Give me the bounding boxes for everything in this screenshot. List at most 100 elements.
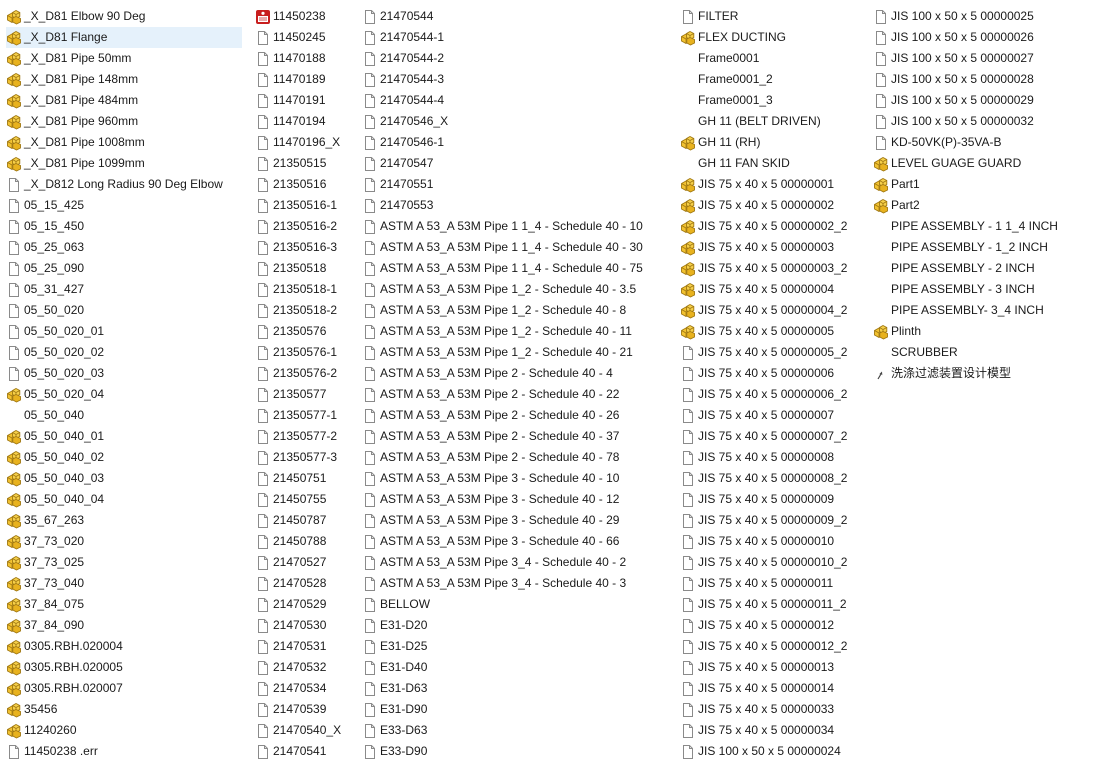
- file-item[interactable]: JIS 100 x 50 x 5 00000027: [873, 48, 1073, 69]
- file-item[interactable]: 洗涤过滤装置设计模型: [873, 363, 1073, 384]
- file-item[interactable]: 21350516-2: [255, 216, 355, 237]
- file-item[interactable]: 11470191: [255, 90, 355, 111]
- file-item[interactable]: 05_15_425: [6, 195, 242, 216]
- file-item[interactable]: 05_50_040_03: [6, 468, 242, 489]
- file-item[interactable]: JIS 75 x 40 x 5 00000002: [680, 195, 860, 216]
- file-item[interactable]: JIS 75 x 40 x 5 00000013: [680, 657, 860, 678]
- file-item[interactable]: JIS 75 x 40 x 5 00000003: [680, 237, 860, 258]
- file-item[interactable]: FILTER: [680, 6, 860, 27]
- file-item[interactable]: 21470546-1: [362, 132, 662, 153]
- file-item[interactable]: 37_84_075: [6, 594, 242, 615]
- file-item[interactable]: PIPE ASSEMBLY- 3_4 INCH: [873, 300, 1073, 321]
- file-item[interactable]: 21350576-1: [255, 342, 355, 363]
- file-item[interactable]: _X_D81 Pipe 1008mm: [6, 132, 242, 153]
- file-item[interactable]: ASTM A 53_A 53M Pipe 3 - Schedule 40 - 6…: [362, 531, 662, 552]
- file-item[interactable]: 37_73_040: [6, 573, 242, 594]
- file-item[interactable]: 21470544-2: [362, 48, 662, 69]
- file-item[interactable]: 21450787: [255, 510, 355, 531]
- file-item[interactable]: JIS 75 x 40 x 5 00000012_2: [680, 636, 860, 657]
- file-item[interactable]: 21470534: [255, 678, 355, 699]
- file-item[interactable]: 11470194: [255, 111, 355, 132]
- file-item[interactable]: E31-D40: [362, 657, 662, 678]
- file-item[interactable]: 21470532: [255, 657, 355, 678]
- file-item[interactable]: 21350577-2: [255, 426, 355, 447]
- file-item[interactable]: 21470547: [362, 153, 662, 174]
- file-item[interactable]: ASTM A 53_A 53M Pipe 3 - Schedule 40 - 1…: [362, 489, 662, 510]
- file-item[interactable]: JIS 75 x 40 x 5 00000010: [680, 531, 860, 552]
- file-item[interactable]: ASTM A 53_A 53M Pipe 2 - Schedule 40 - 4: [362, 363, 662, 384]
- file-item[interactable]: 21350516-1: [255, 195, 355, 216]
- file-item[interactable]: 21350515: [255, 153, 355, 174]
- file-item[interactable]: JIS 75 x 40 x 5 00000033: [680, 699, 860, 720]
- file-item[interactable]: 21350516: [255, 174, 355, 195]
- file-item[interactable]: ASTM A 53_A 53M Pipe 1_2 - Schedule 40 -…: [362, 279, 662, 300]
- file-item[interactable]: JIS 75 x 40 x 5 00000034: [680, 720, 860, 741]
- file-item[interactable]: JIS 75 x 40 x 5 00000009_2: [680, 510, 860, 531]
- file-item[interactable]: 05_50_020: [6, 300, 242, 321]
- file-item[interactable]: Part1: [873, 174, 1073, 195]
- file-item[interactable]: 21350518-2: [255, 300, 355, 321]
- file-item[interactable]: JIS 75 x 40 x 5 00000008: [680, 447, 860, 468]
- file-item[interactable]: _X_D81 Pipe 484mm: [6, 90, 242, 111]
- file-item[interactable]: PIPE ASSEMBLY - 2 INCH: [873, 258, 1073, 279]
- file-item[interactable]: 11470188: [255, 48, 355, 69]
- file-item[interactable]: 21350576: [255, 321, 355, 342]
- file-item[interactable]: 05_25_090: [6, 258, 242, 279]
- file-item[interactable]: 21350516-3: [255, 237, 355, 258]
- file-item[interactable]: JIS 75 x 40 x 5 00000011_2: [680, 594, 860, 615]
- file-item[interactable]: 21350518: [255, 258, 355, 279]
- file-item[interactable]: 05_50_040_02: [6, 447, 242, 468]
- file-item[interactable]: JIS 75 x 40 x 5 00000002_2: [680, 216, 860, 237]
- file-item[interactable]: 21470541: [255, 741, 355, 762]
- file-item[interactable]: KD-50VK(P)-35VA-B: [873, 132, 1073, 153]
- file-item[interactable]: JIS 75 x 40 x 5 00000003_2: [680, 258, 860, 279]
- file-item[interactable]: JIS 100 x 50 x 5 00000025: [873, 6, 1073, 27]
- file-item[interactable]: Frame0001: [680, 48, 860, 69]
- file-item[interactable]: 21470527: [255, 552, 355, 573]
- file-item[interactable]: _X_D81 Elbow 90 Deg: [6, 6, 242, 27]
- file-item[interactable]: GH 11 (BELT DRIVEN): [680, 111, 860, 132]
- file-item[interactable]: ASTM A 53_A 53M Pipe 2 - Schedule 40 - 3…: [362, 426, 662, 447]
- file-item[interactable]: ASTM A 53_A 53M Pipe 1_2 - Schedule 40 -…: [362, 300, 662, 321]
- file-item[interactable]: ASTM A 53_A 53M Pipe 3_4 - Schedule 40 -…: [362, 573, 662, 594]
- file-item[interactable]: 11240260: [6, 720, 242, 741]
- file-item[interactable]: 11450245: [255, 27, 355, 48]
- file-item[interactable]: 05_31_427: [6, 279, 242, 300]
- file-item[interactable]: 11470189: [255, 69, 355, 90]
- file-item[interactable]: ASTM A 53_A 53M Pipe 3 - Schedule 40 - 2…: [362, 510, 662, 531]
- file-item[interactable]: 05_50_020_02: [6, 342, 242, 363]
- file-item[interactable]: 05_50_020_04: [6, 384, 242, 405]
- file-item[interactable]: JIS 75 x 40 x 5 00000006: [680, 363, 860, 384]
- file-item[interactable]: ASTM A 53_A 53M Pipe 2 - Schedule 40 - 2…: [362, 405, 662, 426]
- file-item[interactable]: JIS 100 x 50 x 5 00000026: [873, 27, 1073, 48]
- file-item[interactable]: JIS 75 x 40 x 5 00000001: [680, 174, 860, 195]
- file-item[interactable]: 05_15_450: [6, 216, 242, 237]
- file-item[interactable]: 21470544: [362, 6, 662, 27]
- file-item[interactable]: 21470551: [362, 174, 662, 195]
- file-item[interactable]: PIPE ASSEMBLY - 3 INCH: [873, 279, 1073, 300]
- file-item[interactable]: JIS 75 x 40 x 5 00000007: [680, 405, 860, 426]
- file-item[interactable]: JIS 100 x 50 x 5 00000024: [680, 741, 860, 762]
- file-item[interactable]: Frame0001_2: [680, 69, 860, 90]
- file-item[interactable]: 21470553: [362, 195, 662, 216]
- file-item[interactable]: JIS 75 x 40 x 5 00000009: [680, 489, 860, 510]
- file-item[interactable]: 21350518-1: [255, 279, 355, 300]
- file-item[interactable]: 21470540_X: [255, 720, 355, 741]
- file-item[interactable]: JIS 75 x 40 x 5 00000014: [680, 678, 860, 699]
- file-item[interactable]: GH 11 (RH): [680, 132, 860, 153]
- file-item[interactable]: JIS 75 x 40 x 5 00000006_2: [680, 384, 860, 405]
- file-item[interactable]: 21470544-4: [362, 90, 662, 111]
- file-item[interactable]: E31-D63: [362, 678, 662, 699]
- file-item[interactable]: 0305.RBH.020005: [6, 657, 242, 678]
- file-item[interactable]: PIPE ASSEMBLY - 1 1_4 INCH: [873, 216, 1073, 237]
- file-item[interactable]: LEVEL GUAGE GUARD: [873, 153, 1073, 174]
- file-item[interactable]: 0305.RBH.020004: [6, 636, 242, 657]
- file-item[interactable]: 21450751: [255, 468, 355, 489]
- file-item[interactable]: Part2: [873, 195, 1073, 216]
- file-item[interactable]: 21470539: [255, 699, 355, 720]
- file-item[interactable]: _X_D81 Pipe 960mm: [6, 111, 242, 132]
- file-item[interactable]: JIS 75 x 40 x 5 00000011: [680, 573, 860, 594]
- file-item[interactable]: ASTM A 53_A 53M Pipe 3 - Schedule 40 - 1…: [362, 468, 662, 489]
- file-item[interactable]: 21350577: [255, 384, 355, 405]
- file-item[interactable]: E33-D63: [362, 720, 662, 741]
